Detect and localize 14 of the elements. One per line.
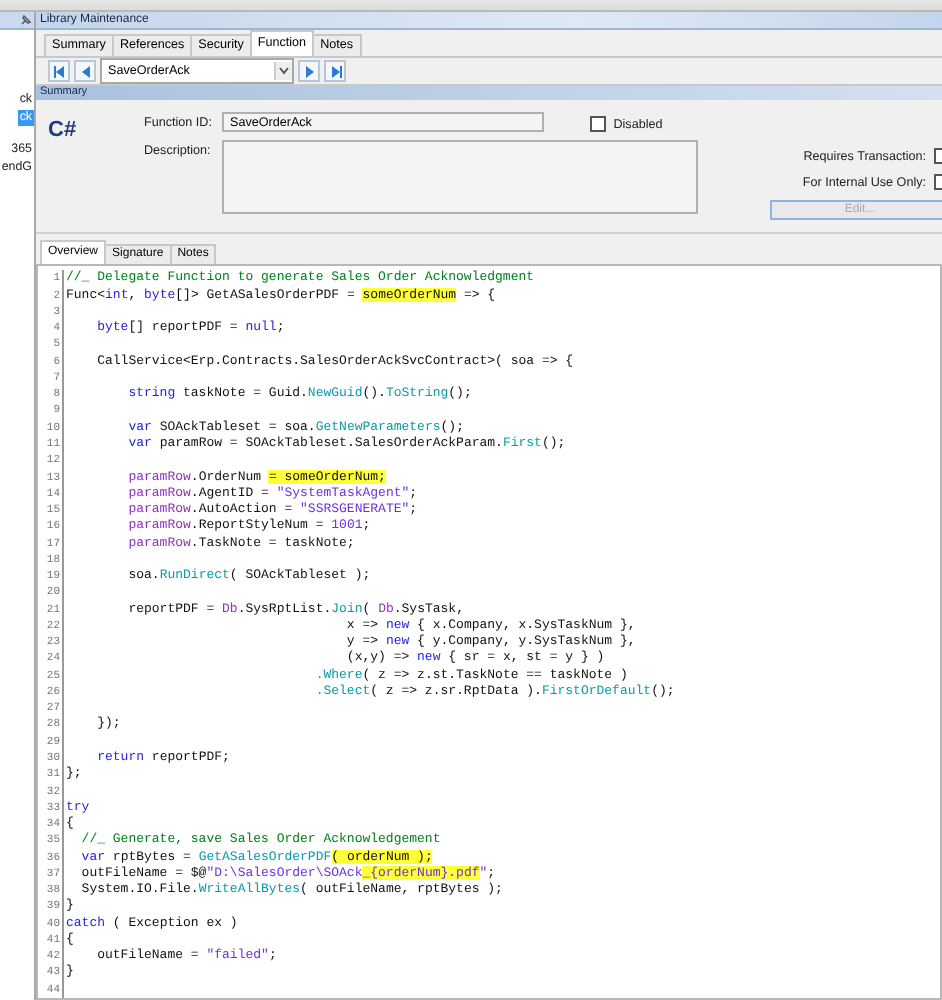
back-icon [77,63,93,79]
checkbox[interactable] [589,115,606,131]
skip-forward-icon [327,63,343,79]
previous-record-button[interactable] [74,60,96,82]
last-record-button[interactable] [324,60,346,82]
next-record-button[interactable] [298,60,320,82]
skip-back-icon [51,63,67,79]
play-icon [301,63,317,79]
caret-icon[interactable] [274,62,292,80]
code-editor[interactable] [36,264,942,1000]
language-label: C# [46,116,79,146]
pin-icon[interactable] [20,14,32,26]
description-field[interactable] [222,140,698,214]
first-record-button[interactable] [48,60,70,82]
